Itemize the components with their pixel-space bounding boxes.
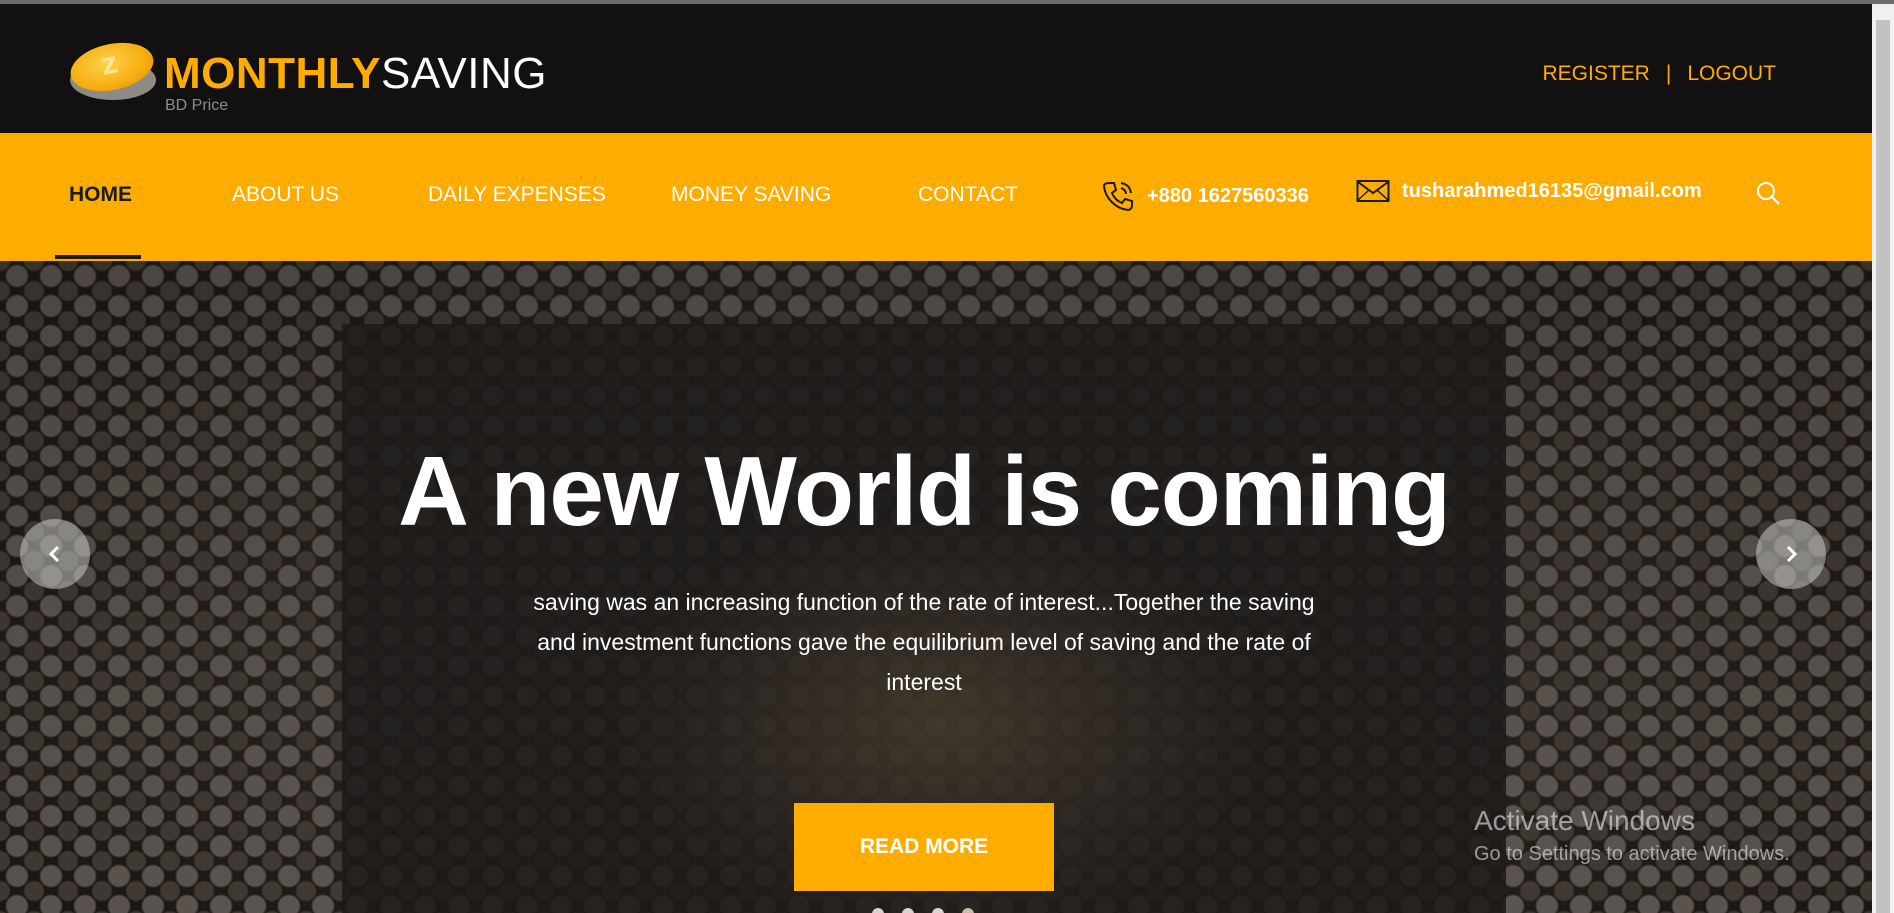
watermark-subtitle: Go to Settings to activate Windows. [1474, 843, 1790, 865]
nav-item-about-us[interactable]: ABOUT US [232, 183, 339, 207]
carousel-next-button[interactable] [1756, 519, 1826, 589]
carousel-indicators [872, 908, 974, 913]
phone-icon [1102, 182, 1133, 212]
email-contact[interactable]: tusharahmed16135@gmail.com [1356, 179, 1702, 203]
nav-item-contact[interactable]: CONTACT [918, 183, 1018, 207]
chevron-right-icon [1786, 545, 1798, 563]
carousel-dot-3[interactable] [932, 908, 944, 913]
carousel-dot-2[interactable] [902, 908, 914, 913]
logout-link[interactable]: LOGOUT [1687, 62, 1776, 85]
hero-description: saving was an increasing function of the… [533, 589, 1315, 695]
auth-links: REGISTER | LOGOUT [1542, 62, 1776, 86]
page-scrollbar[interactable] [1872, 4, 1894, 913]
logo-text-secondary: SAVING [381, 49, 548, 98]
read-more-button[interactable]: READ MORE [794, 803, 1054, 891]
watermark-title: Activate Windows [1474, 805, 1695, 836]
nav-item-money-saving[interactable]: MONEY SAVING [671, 183, 831, 207]
email-address: tusharahmed16135@gmail.com [1402, 179, 1702, 202]
carousel-dot-1[interactable] [872, 908, 884, 913]
phone-number: +880 1627560336 [1147, 184, 1309, 207]
hero-carousel: A new World is coming saving was an incr… [0, 261, 1872, 913]
envelope-icon [1356, 180, 1390, 202]
auth-separator: | [1665, 62, 1672, 85]
chevron-left-icon [48, 545, 60, 563]
search-icon[interactable] [1755, 180, 1781, 211]
logo-subtitle: BD Price [165, 97, 229, 114]
site-header: Z MONTHLYSAVING BD Price REGISTER | LOGOUT [0, 4, 1872, 133]
phone-contact[interactable]: +880 1627560336 [1101, 179, 1309, 213]
main-nav: HOME ABOUT US DAILY EXPENSES MONEY SAVIN… [0, 133, 1872, 261]
windows-activation-watermark: Activate Windows Go to Settings to activ… [1474, 805, 1790, 866]
nav-item-home[interactable]: HOME [69, 183, 132, 207]
carousel-prev-button[interactable] [20, 519, 90, 589]
hero-headline: A new World is coming [398, 436, 1451, 546]
logo-text-primary: MONTHLY [164, 49, 381, 98]
active-indicator [55, 255, 141, 259]
hero-panel: A new World is coming saving was an incr… [342, 324, 1506, 913]
scrollbar-thumb[interactable] [1876, 20, 1890, 913]
carousel-dot-4[interactable] [962, 908, 974, 913]
register-link[interactable]: REGISTER [1542, 62, 1649, 85]
logo-text: MONTHLYSAVING [164, 52, 547, 96]
nav-item-daily-expenses[interactable]: DAILY EXPENSES [428, 183, 606, 207]
site-logo[interactable]: Z MONTHLYSAVING BD Price [66, 35, 588, 118]
